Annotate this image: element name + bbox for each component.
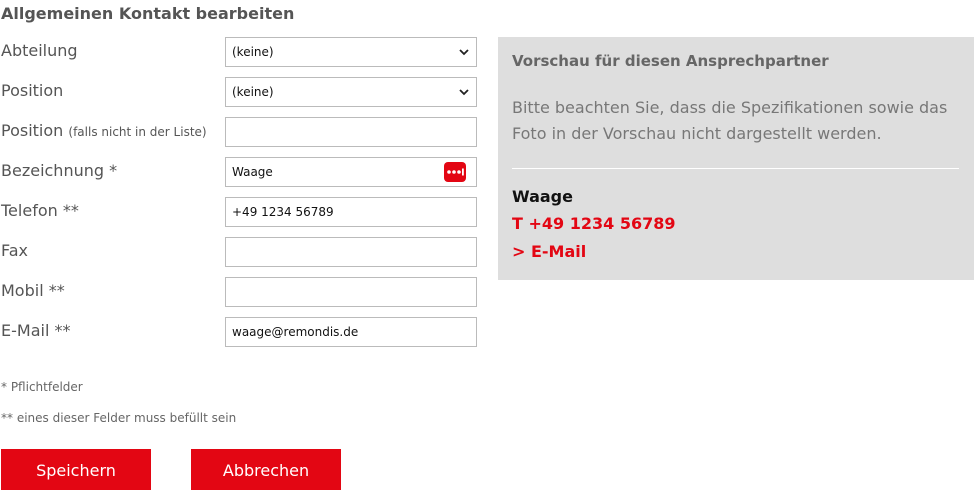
telefon-input-value: +49 1234 56789	[232, 205, 334, 219]
mobil-input[interactable]	[225, 277, 477, 307]
field-row-position: Position (keine)	[0, 77, 480, 107]
telefon-input[interactable]: +49 1234 56789	[225, 197, 477, 227]
field-row-position-free: Position (falls nicht in der Liste)	[0, 117, 480, 147]
email-input[interactable]: waage@remondis.de	[225, 317, 477, 347]
field-row-fax: Fax	[0, 237, 480, 267]
abteilung-select-value: (keine)	[232, 45, 274, 59]
preview-description: Bitte beachten Sie, dass die Spezifikati…	[512, 98, 948, 143]
field-row-bezeichnung: Bezeichnung * Waage	[0, 157, 480, 187]
position-free-label: Position (falls nicht in der Liste)	[1, 121, 207, 140]
preview-contact-name: Waage	[512, 187, 573, 206]
save-button[interactable]: Speichern	[1, 449, 151, 490]
contact-preview-panel: Vorschau für diesen Ansprechpartner Bitt…	[498, 37, 974, 280]
page-title: Allgemeinen Kontakt bearbeiten	[1, 4, 295, 23]
fax-input[interactable]	[225, 237, 477, 267]
abteilung-label: Abteilung	[1, 41, 78, 60]
preview-title: Vorschau für diesen Ansprechpartner	[512, 52, 829, 70]
field-row-abteilung: Abteilung (keine)	[0, 37, 480, 67]
fax-label: Fax	[1, 241, 29, 260]
mobil-label: Mobil **	[1, 281, 65, 300]
email-input-value: waage@remondis.de	[232, 325, 359, 339]
bezeichnung-input[interactable]: Waage	[225, 157, 477, 187]
chevron-down-icon	[459, 89, 469, 96]
cancel-button[interactable]: Abbrechen	[191, 449, 341, 490]
ellipsis-icon[interactable]	[444, 162, 466, 182]
preview-divider	[512, 168, 959, 169]
position-free-label-text: Position	[1, 121, 64, 140]
preview-email-link[interactable]: > E-Mail	[512, 242, 586, 261]
position-select-value: (keine)	[232, 85, 274, 99]
position-free-hint: (falls nicht in der Liste)	[68, 125, 207, 139]
position-free-input[interactable]	[225, 117, 477, 147]
preview-contact-phone: T +49 1234 56789	[512, 214, 676, 233]
abteilung-select[interactable]: (keine)	[225, 37, 477, 67]
chevron-down-icon	[459, 49, 469, 56]
bezeichnung-input-value: Waage	[232, 165, 273, 179]
either-field-note: ** eines dieser Felder muss befüllt sein	[1, 411, 237, 425]
field-row-mobil: Mobil **	[0, 277, 480, 307]
field-row-email: E-Mail ** waage@remondis.de	[0, 317, 480, 347]
field-row-telefon: Telefon ** +49 1234 56789	[0, 197, 480, 227]
email-label: E-Mail **	[1, 321, 71, 340]
position-select[interactable]: (keine)	[225, 77, 477, 107]
position-label: Position	[1, 81, 64, 100]
bezeichnung-label: Bezeichnung *	[1, 161, 118, 180]
required-note: * Pflichtfelder	[1, 380, 83, 394]
telefon-label: Telefon **	[1, 201, 79, 220]
